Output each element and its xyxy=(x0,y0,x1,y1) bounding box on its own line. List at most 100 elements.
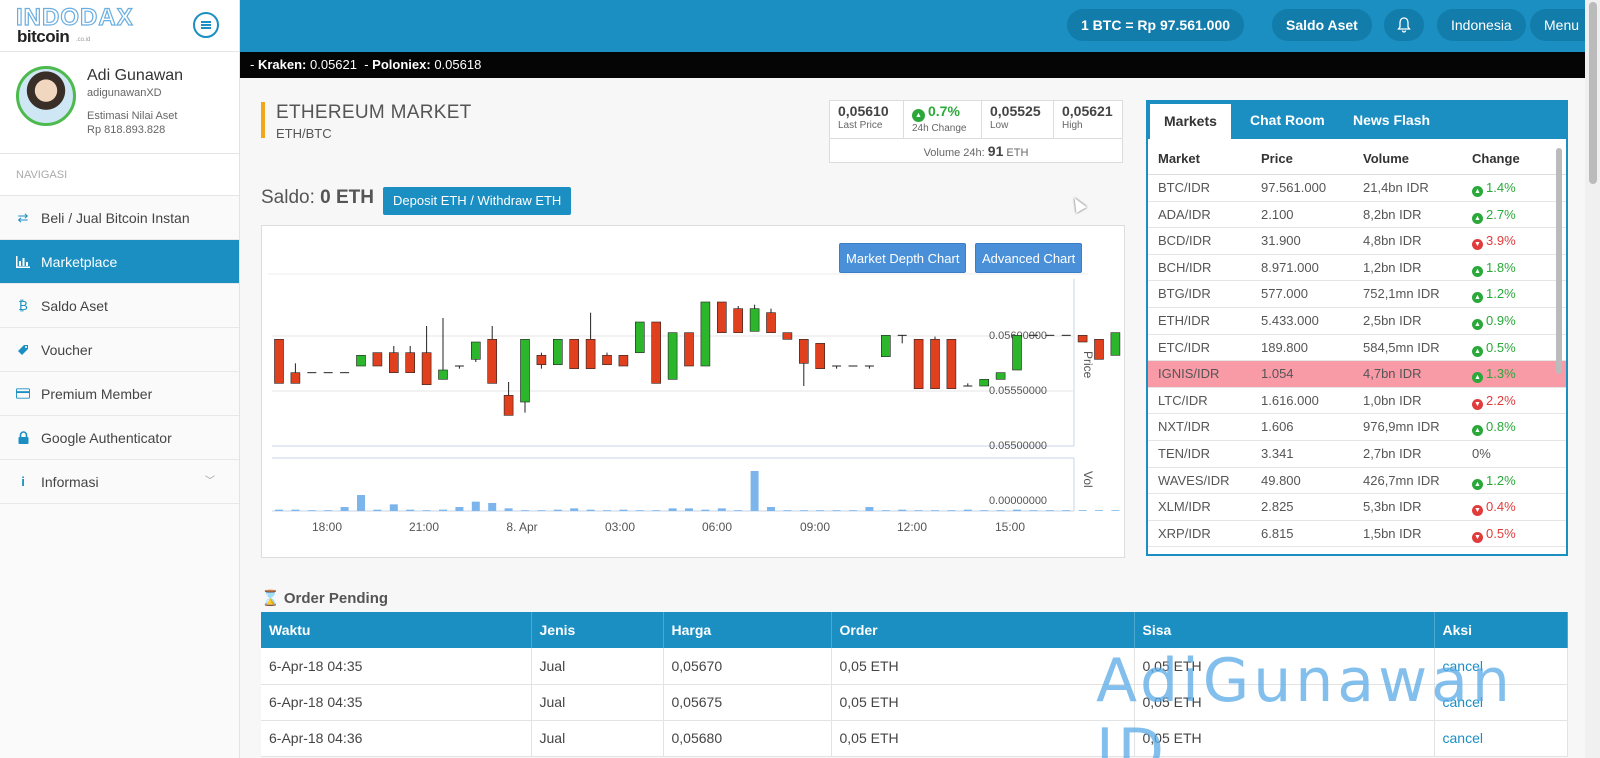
candle[interactable] xyxy=(487,326,497,384)
candle[interactable] xyxy=(372,352,383,367)
candle[interactable] xyxy=(684,332,694,367)
candle[interactable] xyxy=(733,306,744,333)
candle[interactable] xyxy=(1110,332,1121,356)
col-price[interactable]: Price xyxy=(1261,141,1293,177)
market-row[interactable]: TEN/IDR 3.341 2,7bn IDR 0% xyxy=(1148,441,1566,468)
market-row[interactable]: ETH/IDR 5.433.000 2,5bn IDR ▲ 0.9% xyxy=(1148,308,1566,335)
market-row[interactable]: BCH/IDR 8.971.000 1,2bn IDR ▲ 1.8% xyxy=(1148,255,1566,282)
nav-item-google-auth[interactable]: Google Authenticator xyxy=(0,416,239,460)
scrollbar-thumb[interactable] xyxy=(1589,2,1597,184)
col-market[interactable]: Market xyxy=(1158,141,1200,177)
candle[interactable] xyxy=(389,346,399,373)
market-row[interactable]: IGNIS/IDR 1.054 4,7bn IDR ▲ 1.3% xyxy=(1148,361,1566,388)
candle[interactable] xyxy=(749,304,760,332)
candle[interactable] xyxy=(667,332,678,380)
volume-bar xyxy=(619,509,628,511)
candle[interactable] xyxy=(832,365,842,369)
market-row[interactable]: XRP/IDR 6.815 1,5bn IDR ▼ 0.5% xyxy=(1148,521,1566,548)
candle[interactable] xyxy=(552,339,563,365)
market-row[interactable]: ETC/IDR 189.800 584,5mn IDR ▲ 0.5% xyxy=(1148,335,1566,362)
market-row[interactable]: BCD/IDR 31.900 4,8bn IDR ▼ 3.9% xyxy=(1148,228,1566,255)
markets-table-header: Market Price Volume Change xyxy=(1148,139,1566,175)
change-cell: ▲ 0.9% xyxy=(1472,308,1516,334)
candle[interactable] xyxy=(421,326,432,385)
change-cell: ▲ 1.8% xyxy=(1472,255,1516,281)
candle[interactable] xyxy=(766,308,776,333)
col-volume[interactable]: Volume xyxy=(1363,141,1409,177)
candle[interactable] xyxy=(864,365,874,369)
nav-item-beli-jual[interactable]: ⇄ Beli / Jual Bitcoin Instan xyxy=(0,196,239,240)
nav-item-voucher[interactable]: Voucher xyxy=(0,328,239,372)
menu-toggle-icon[interactable] xyxy=(193,12,219,38)
page-scrollbar[interactable] xyxy=(1585,0,1600,758)
candle[interactable] xyxy=(700,301,711,367)
nav-item-premium[interactable]: Premium Member xyxy=(0,372,239,416)
candle[interactable] xyxy=(503,382,514,416)
candle[interactable] xyxy=(913,339,924,389)
candle[interactable] xyxy=(274,339,284,384)
market-row[interactable]: BTC/IDR 97.561.000 21,4bn IDR ▲ 1.4% xyxy=(1148,175,1566,202)
saldo-aset-button[interactable]: Saldo Aset xyxy=(1272,9,1372,41)
volume-bar xyxy=(931,510,939,511)
market-row[interactable]: NXT/IDR 1.606 976,9mn IDR ▲ 0.8% xyxy=(1148,414,1566,441)
candle[interactable] xyxy=(405,346,415,373)
language-selector[interactable]: Indonesia xyxy=(1437,9,1526,41)
candle[interactable] xyxy=(798,339,809,386)
candle[interactable] xyxy=(569,339,580,369)
candle[interactable] xyxy=(963,383,973,387)
volume-unit: ETH xyxy=(1006,147,1029,159)
candle[interactable] xyxy=(471,341,481,362)
candle[interactable] xyxy=(880,335,891,357)
col-harga: Harga xyxy=(663,612,832,648)
deposit-withdraw-button[interactable]: Deposit ETH / Withdraw ETH xyxy=(383,187,572,215)
change-cell: ▲ 0.8% xyxy=(1472,414,1516,440)
candle[interactable] xyxy=(930,336,940,389)
change-value: 1.4% xyxy=(1486,180,1516,195)
candle[interactable] xyxy=(585,312,596,369)
candle[interactable] xyxy=(782,332,793,340)
price-cell: 49.800 xyxy=(1261,472,1301,488)
candle[interactable] xyxy=(618,355,629,367)
change-value: 2.7% xyxy=(1486,206,1516,222)
candle[interactable] xyxy=(995,372,1006,380)
candle[interactable] xyxy=(946,339,957,389)
volume-label: Volume 24h: xyxy=(923,147,985,159)
bell-icon[interactable] xyxy=(1384,9,1424,41)
nav-item-informasi[interactable]: i Informasi ﹀ xyxy=(0,460,239,504)
candle[interactable] xyxy=(290,363,301,384)
tab-markets[interactable]: Markets xyxy=(1150,104,1231,139)
btc-price-badge[interactable]: 1 BTC = Rp 97.561.000 xyxy=(1067,9,1245,41)
nav-item-marketplace[interactable]: Marketplace xyxy=(0,240,239,284)
candle[interactable] xyxy=(897,334,907,344)
change-value: 0% xyxy=(1472,445,1491,461)
nav-item-saldo-aset[interactable]: ₿ Saldo Aset xyxy=(0,284,239,328)
candle[interactable] xyxy=(815,343,826,369)
candle[interactable] xyxy=(634,321,645,353)
candle[interactable] xyxy=(356,355,366,367)
market-row[interactable]: WAVES/IDR 49.800 426,7mn IDR ▲ 1.2% xyxy=(1148,468,1566,495)
candle[interactable] xyxy=(536,352,547,369)
candle[interactable] xyxy=(716,301,727,333)
tab-news-flash[interactable]: News Flash xyxy=(1339,102,1444,139)
candle[interactable] xyxy=(438,318,448,380)
lock-icon xyxy=(16,431,30,445)
candle[interactable] xyxy=(1077,335,1088,343)
market-row[interactable]: LTC/IDR 1.616.000 1,0bn IDR ▼ 2.2% xyxy=(1148,388,1566,415)
candle[interactable] xyxy=(520,339,530,413)
col-change[interactable]: Change xyxy=(1472,141,1520,177)
arrow-up-icon: ▲ xyxy=(1472,265,1483,277)
market-cell: XLM/IDR xyxy=(1158,499,1211,515)
candle[interactable] xyxy=(651,321,662,384)
candlestick-chart[interactable]: 0.05600000 0.05550000 0.05500000 0.00000… xyxy=(262,226,1124,557)
tab-chat-room[interactable]: Chat Room xyxy=(1236,102,1339,139)
market-row[interactable]: BTG/IDR 577.000 752,1mn IDR ▲ 1.2% xyxy=(1148,281,1566,308)
markets-scrollbar[interactable] xyxy=(1556,148,1562,374)
candle[interactable] xyxy=(602,352,612,365)
candle[interactable] xyxy=(1012,335,1022,371)
market-row[interactable]: ADA/IDR 2.100 8,2bn IDR ▲ 2.7% xyxy=(1148,202,1566,229)
candle[interactable] xyxy=(979,379,990,387)
candle[interactable] xyxy=(1094,339,1104,360)
candle[interactable] xyxy=(454,365,464,369)
market-row[interactable]: XLM/IDR 2.825 5,3bn IDR ▼ 0.4% xyxy=(1148,494,1566,521)
avatar[interactable] xyxy=(16,66,76,126)
